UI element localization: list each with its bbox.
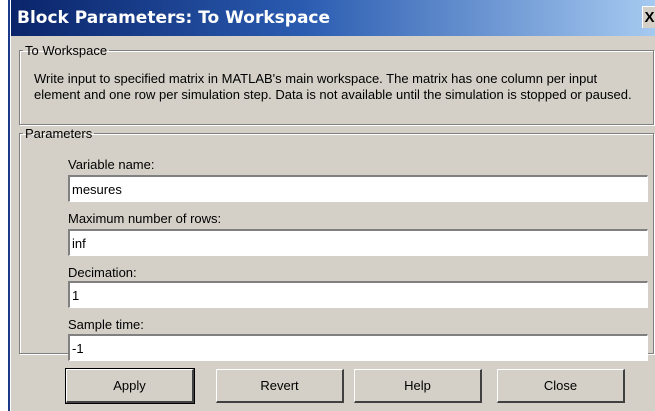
sample-time-field[interactable]: [68, 334, 648, 361]
parameters-legend: Parameters: [25, 126, 93, 141]
description-group: To Workspace Write input to specified ma…: [19, 43, 654, 125]
description-legend: To Workspace: [25, 43, 108, 58]
title-bar[interactable]: Block Parameters: To Workspace X: [11, 0, 655, 36]
max-rows-label: Maximum number of rows:: [68, 211, 222, 226]
decimation-field[interactable]: [68, 281, 648, 308]
sample-time-label: Sample time:: [68, 317, 144, 332]
block-parameters-dialog: Block Parameters: To Workspace X To Work…: [10, 0, 655, 411]
apply-button[interactable]: Apply: [65, 368, 195, 404]
description-text: Write input to specified matrix in MATLA…: [34, 71, 632, 102]
window-title: Block Parameters: To Workspace: [17, 8, 331, 28]
variable-name-field[interactable]: [68, 175, 648, 202]
help-button[interactable]: Help: [354, 369, 482, 403]
background-window-edge: [0, 0, 10, 411]
decimation-label: Decimation:: [68, 265, 137, 280]
close-button[interactable]: Close: [497, 369, 625, 403]
max-rows-field[interactable]: [68, 229, 648, 256]
close-icon[interactable]: X: [642, 6, 655, 28]
parameters-group: Parameters Variable name: Maximum number…: [19, 126, 654, 361]
revert-button[interactable]: Revert: [216, 369, 344, 403]
variable-name-label: Variable name:: [68, 157, 155, 172]
